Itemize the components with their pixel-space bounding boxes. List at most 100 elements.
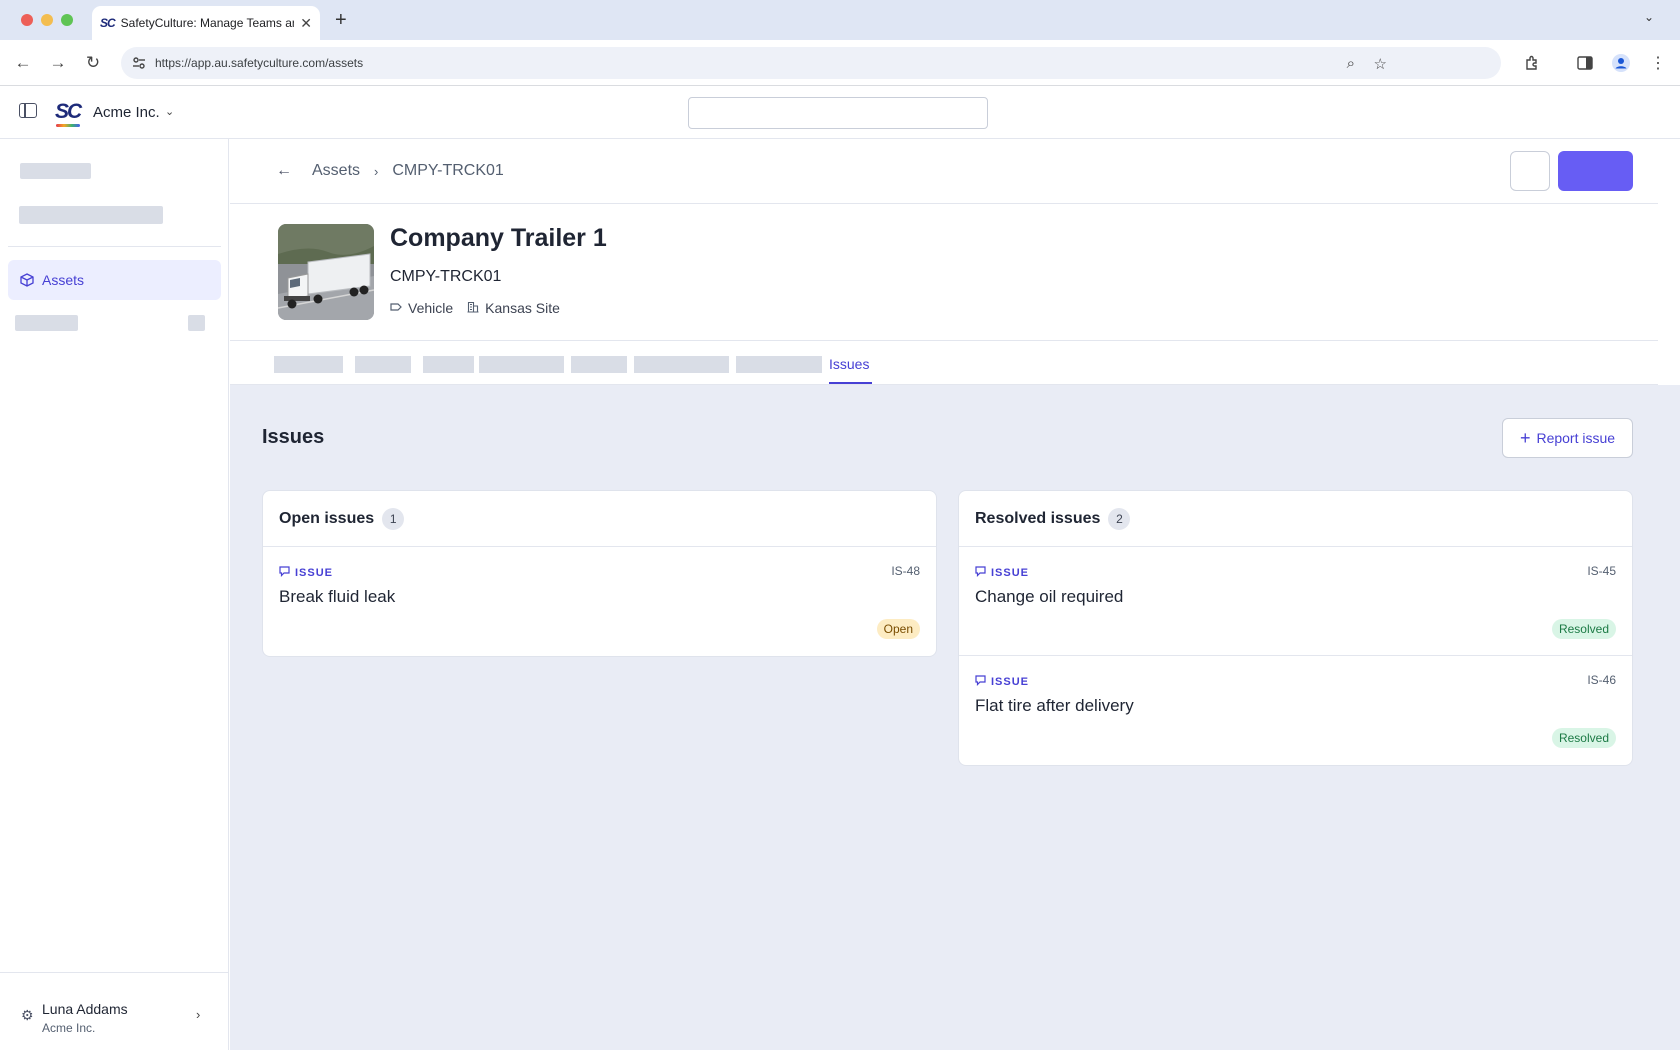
tab-placeholder-6[interactable] [634,356,729,373]
zoom-icon[interactable]: ⌕ [1347,55,1355,72]
asset-site: Kansas Site [485,300,560,316]
close-tab-icon[interactable]: ✕ [300,15,312,32]
safetyculture-favicon-icon: SC [100,16,116,30]
issue-kind-text: ISSUE [295,567,334,579]
issue-type-label: ISSUE [975,675,1029,689]
tab-placeholder-5[interactable] [571,356,627,373]
sidebar-placeholder-3 [15,315,78,331]
resolved-issues-header: Resolved issues 2 [959,491,1632,547]
close-window-button[interactable] [21,14,33,26]
tab-placeholder-7[interactable] [736,356,822,373]
report-issue-label: Report issue [1536,430,1616,446]
issue-title: Flat tire after delivery [975,696,1134,715]
sidebar-item-label: Assets [42,272,85,288]
open-issues-panel: Open issues 1 ISSUE IS-48 Break fluid le… [262,490,937,657]
address-bar[interactable]: https://app.au.safetyculture.com/assets … [121,47,1501,79]
breadcrumb-assets-link[interactable]: Assets [312,162,360,180]
asset-meta: Vehicle Kansas Site [390,300,560,316]
open-issues-count: 1 [382,507,405,530]
site-settings-icon[interactable] [131,55,147,71]
issue-type-label: ISSUE [975,566,1029,580]
status-badge: Resolved [1551,619,1616,639]
sidebar-divider [8,246,221,247]
asset-title: Company Trailer 1 [390,224,607,252]
status-badge: Resolved [1551,728,1616,748]
forward-icon[interactable]: → [45,50,71,76]
status-badge: Open [876,619,920,639]
tab-placeholder-2[interactable] [355,356,411,373]
side-panel-icon[interactable] [1575,53,1595,73]
resolved-issues-title: Resolved issues [975,509,1101,527]
open-issues-title: Open issues [279,509,375,527]
chevron-right-icon: › [374,163,379,179]
tab-placeholder-3[interactable] [423,356,474,373]
primary-action-button[interactable] [1558,151,1633,191]
asset-type: Vehicle [408,300,454,316]
tab-search-chevron-icon[interactable]: ⌄ [1644,10,1654,24]
issue-card[interactable]: ISSUE IS-46 Flat tire after delivery Res… [959,656,1632,765]
url-text: https://app.au.safetyculture.com/assets [155,56,364,70]
logo-stripe [56,124,80,127]
minimize-window-button[interactable] [41,14,53,26]
tab-active-indicator [829,382,872,384]
tab-issues[interactable]: Issues [829,356,869,372]
new-tab-icon[interactable]: + [335,9,347,32]
tab-placeholder-4[interactable] [479,356,564,373]
sidebar: Assets ⚙ Luna Addams Acme Inc. › [0,139,229,1050]
issue-title: Change oil required [975,587,1124,606]
more-actions-button[interactable] [1510,151,1550,191]
safetyculture-logo: SC [55,100,82,123]
browser-toolbar: ← → ↻ https://app.au.safetyculture.com/a… [0,40,1680,86]
report-issue-button[interactable]: + Report issue [1502,418,1633,458]
asset-code: CMPY-TRCK01 [390,268,502,285]
chevron-right-icon: › [196,1007,201,1022]
chevron-down-icon[interactable]: ⌄ [165,105,174,118]
gear-icon: ⚙ [21,1007,34,1023]
comment-icon [975,566,986,580]
back-icon[interactable]: ← [10,50,36,76]
resolved-issues-panel: Resolved issues 2 ISSUE IS-45 Change oil… [958,490,1633,766]
sidebar-placeholder-4 [188,315,205,331]
breadcrumb: ← Assets › CMPY-TRCK01 [276,160,504,182]
sidebar-item-assets[interactable]: Assets [8,260,221,300]
issue-id: IS-48 [891,564,920,578]
issues-heading: Issues [262,426,325,448]
sidebar-toggle-icon[interactable] [19,103,37,118]
plus-icon: + [1519,427,1531,448]
issue-id: IS-45 [1587,564,1616,578]
user-org: Acme Inc. [42,1021,96,1035]
bookmark-star-icon[interactable]: ☆ [1374,55,1387,73]
back-arrow-icon[interactable]: ← [276,162,292,180]
sidebar-placeholder-1 [20,163,91,179]
open-issues-header: Open issues 1 [263,491,936,547]
browser-tab-title: SafetyCulture: Manage Teams and... [120,16,295,30]
browser-tab-strip: SC SafetyCulture: Manage Teams and... ✕ … [0,0,1680,40]
maximize-window-button[interactable] [61,14,73,26]
browser-menu-icon[interactable]: ⋮ [1648,53,1668,73]
app-header: SC Acme Inc. ⌄ [0,86,1680,139]
global-search-input[interactable] [688,97,988,129]
tab-placeholder-1[interactable] [274,356,343,373]
extensions-icon[interactable] [1522,53,1542,73]
profile-avatar-icon[interactable] [1611,53,1631,73]
issue-type-label: ISSUE [279,566,333,580]
issue-kind-text: ISSUE [991,676,1030,688]
browser-tab[interactable]: SC SafetyCulture: Manage Teams and... ✕ [92,6,320,40]
sidebar-placeholder-2 [19,206,163,224]
comment-icon [975,675,986,689]
tag-icon [390,301,402,315]
issue-card[interactable]: ISSUE IS-48 Break fluid leak Open [263,547,936,656]
user-menu[interactable]: ⚙ Luna Addams Acme Inc. › [0,972,229,1050]
asset-tabs: Issues [230,341,1658,385]
building-icon [467,301,479,316]
issue-card[interactable]: ISSUE IS-45 Change oil required Resolved [959,547,1632,656]
reload-icon[interactable]: ↻ [80,50,106,76]
asset-photo [278,224,374,320]
breadcrumb-current: CMPY-TRCK01 [392,162,504,179]
issue-kind-text: ISSUE [991,567,1030,579]
header-divider [230,203,1658,204]
user-name: Luna Addams [42,1001,128,1017]
issue-id: IS-46 [1587,673,1616,687]
org-switcher[interactable]: Acme Inc. [93,104,160,121]
issue-title: Break fluid leak [279,587,396,606]
